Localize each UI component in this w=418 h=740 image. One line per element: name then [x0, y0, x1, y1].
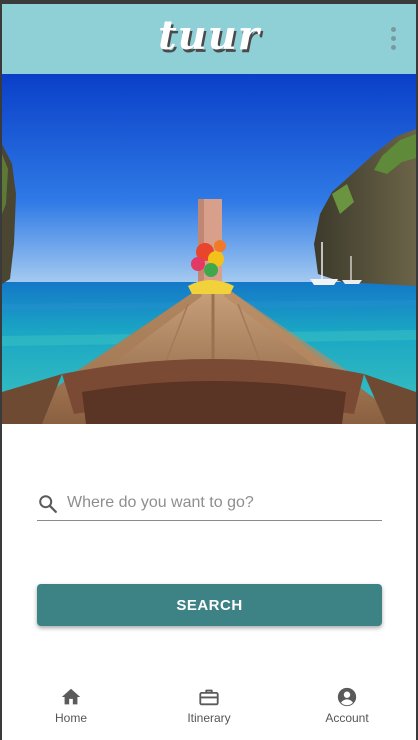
- more-vert-icon[interactable]: [390, 27, 398, 51]
- search-input[interactable]: [67, 491, 377, 515]
- nav-item-account[interactable]: Account: [302, 686, 392, 736]
- search-icon: [39, 495, 57, 513]
- nav-label-itinerary: Itinerary: [187, 711, 231, 725]
- app-bar: tuur: [2, 4, 416, 74]
- app-logo: tuur: [158, 12, 260, 59]
- nav-item-itinerary[interactable]: Itinerary: [164, 686, 254, 736]
- nav-label-account: Account: [325, 711, 369, 725]
- home-icon: [61, 688, 81, 705]
- nav-label-home: Home: [54, 711, 87, 725]
- account-circle-icon: [337, 687, 357, 707]
- search-button[interactable]: SEARCH: [37, 584, 382, 626]
- hero-image: [2, 74, 416, 424]
- search-field[interactable]: [37, 487, 382, 521]
- nav-item-home[interactable]: Home: [26, 686, 116, 736]
- bottom-navigation: Home Itinerary Account: [2, 676, 416, 740]
- briefcase-icon: [199, 689, 219, 706]
- app-screen: tuur Where do you want to go? SEARCH Hom…: [2, 4, 416, 740]
